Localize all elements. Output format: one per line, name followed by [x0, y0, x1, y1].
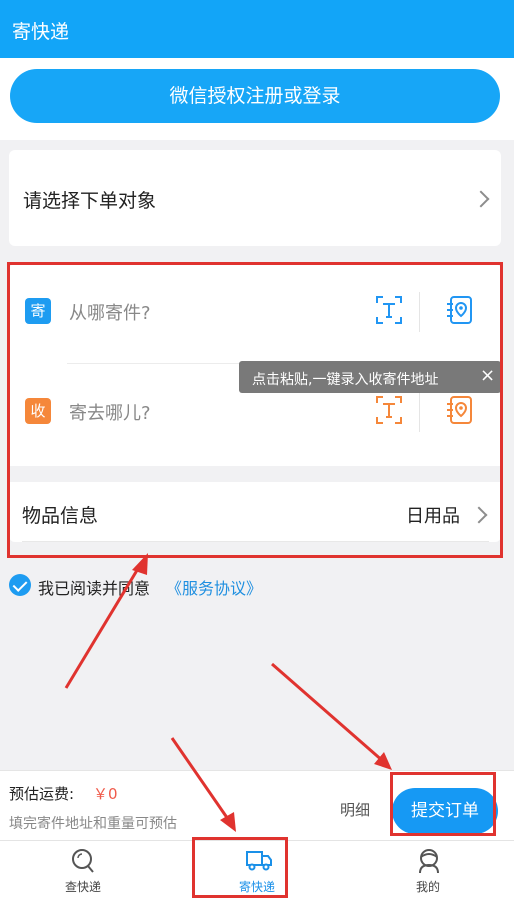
- search-icon: [72, 849, 94, 873]
- tab-track-label: 查快递: [64, 880, 101, 894]
- service-agreement-link[interactable]: 《服务协议》: [166, 575, 262, 599]
- select-target-label: 请选择下单对象: [23, 190, 157, 212]
- goods-info-label: 物品信息: [22, 505, 99, 527]
- page-title: 寄快递: [12, 21, 70, 43]
- wechat-login-button[interactable]: 微信授权注册或登录: [10, 69, 500, 123]
- tab-send[interactable]: 寄快递: [207, 841, 307, 899]
- goods-info-row[interactable]: 物品信息 日用品: [9, 482, 501, 542]
- sender-badge: 寄: [25, 298, 51, 324]
- order-bar: 预估运费: ￥0 填完寄件地址和重量可预估 明细 提交订单: [0, 770, 514, 841]
- submit-order-button[interactable]: 提交订单: [392, 788, 498, 834]
- chevron-right-icon: [472, 190, 490, 208]
- login-area: 微信授权注册或登录: [0, 58, 514, 140]
- receiver-badge: 收: [25, 398, 51, 424]
- sender-placeholder[interactable]: 从哪寄件?: [69, 299, 151, 325]
- receiver-placeholder[interactable]: 寄去哪儿?: [69, 399, 151, 425]
- user-icon: [419, 849, 439, 874]
- tab-send-label: 寄快递: [238, 880, 275, 894]
- address-book-icon[interactable]: [445, 394, 475, 426]
- tab-bar: 查快递 寄快递 我的: [0, 840, 514, 901]
- paste-tooltip: 点击粘贴,一键录入收寄件地址 ×: [239, 361, 501, 393]
- text-recognize-icon[interactable]: [375, 395, 403, 425]
- goods-info-value: 日用品: [406, 506, 460, 527]
- tab-mine-label: 我的: [415, 880, 440, 894]
- agree-checkbox[interactable]: [9, 574, 31, 596]
- truck-icon: [246, 851, 272, 871]
- tab-track[interactable]: 查快递: [33, 841, 133, 899]
- icon-divider: [419, 392, 420, 432]
- icon-divider: [419, 292, 420, 332]
- app-header: 寄快递: [0, 0, 514, 58]
- estimate-label: 预估运费:: [9, 785, 75, 803]
- text-recognize-icon[interactable]: [375, 295, 403, 325]
- estimate-note: 填完寄件地址和重量可预估: [9, 816, 177, 832]
- estimate-price: ￥0: [93, 785, 118, 803]
- sender-address-row[interactable]: 寄 从哪寄件?: [9, 264, 501, 364]
- select-target-row[interactable]: 请选择下单对象: [9, 150, 501, 246]
- close-icon[interactable]: ×: [480, 365, 495, 386]
- tab-mine[interactable]: 我的: [378, 841, 478, 899]
- detail-button[interactable]: 明细: [340, 799, 370, 820]
- tooltip-text: 点击粘贴,一键录入收寄件地址: [252, 372, 439, 388]
- address-book-icon[interactable]: [445, 294, 475, 326]
- chevron-right-icon: [470, 506, 488, 524]
- agreement-text: 我已阅读并同意: [38, 579, 151, 598]
- row-divider: [22, 541, 489, 542]
